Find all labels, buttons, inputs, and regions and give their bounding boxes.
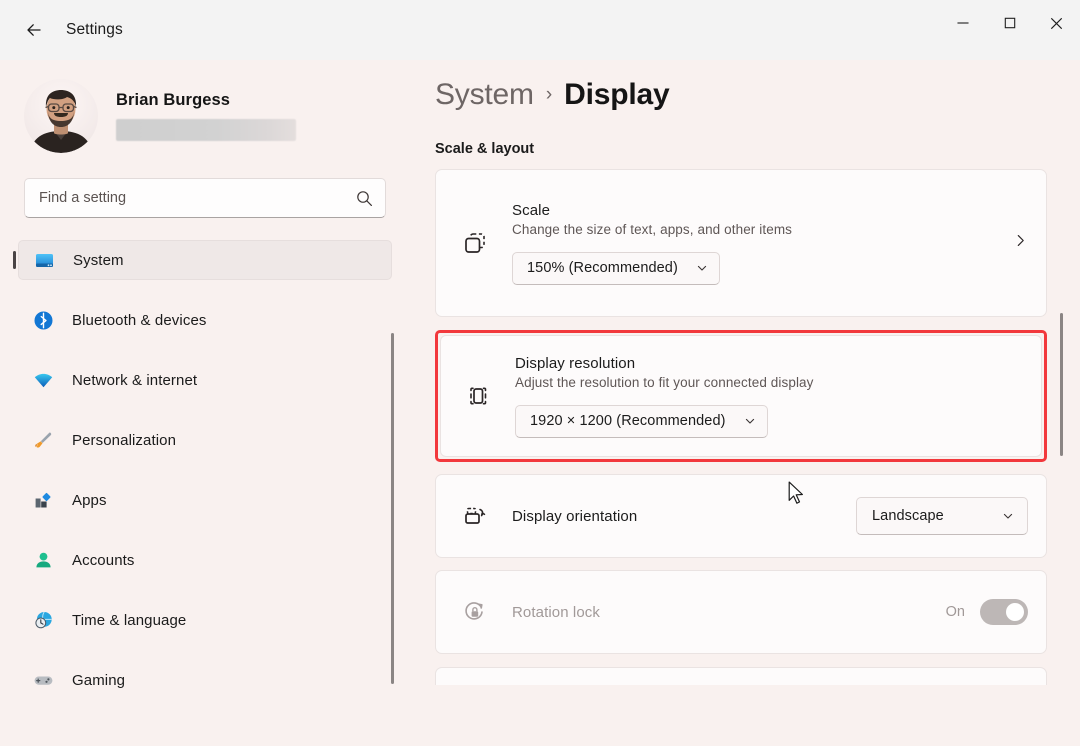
sidebar-item-bluetooth-devices[interactable]: Bluetooth & devices bbox=[18, 300, 392, 340]
account-header[interactable]: Brian Burgess bbox=[0, 60, 410, 156]
section-title: Scale & layout bbox=[435, 141, 1080, 157]
avatar bbox=[24, 79, 98, 153]
person-icon bbox=[32, 549, 54, 571]
gamepad-icon bbox=[32, 669, 54, 691]
sidebar-item-time-language[interactable]: Time & language bbox=[18, 600, 392, 640]
main-content: System › Display Scale & layout Scale Ch… bbox=[410, 60, 1080, 746]
scale-subtitle: Change the size of text, apps, and other… bbox=[512, 222, 1003, 237]
nav-spacer bbox=[0, 700, 410, 706]
rotation-lock-toggle bbox=[980, 599, 1028, 625]
rotation-lock-card: Rotation lock On bbox=[435, 570, 1047, 654]
chevron-right-icon[interactable] bbox=[1013, 233, 1028, 253]
monitor-icon bbox=[33, 249, 55, 271]
display-resolution-value: 1920 × 1200 (Recommended) bbox=[530, 413, 726, 429]
breadcrumb-parent[interactable]: System bbox=[435, 78, 534, 112]
sidebar-item-personalization[interactable]: Personalization bbox=[18, 420, 392, 460]
page-title: Display bbox=[564, 78, 669, 112]
rotation-lock-label: Rotation lock bbox=[512, 604, 946, 621]
search-box[interactable] bbox=[24, 178, 386, 218]
chevron-down-icon bbox=[744, 415, 756, 427]
sidebar-item-gaming[interactable]: Gaming bbox=[18, 660, 392, 700]
scale-icon bbox=[458, 226, 492, 260]
sidebar-item-label: Network & internet bbox=[72, 372, 197, 389]
maximize-icon bbox=[1004, 17, 1016, 29]
nav-spacer bbox=[0, 340, 410, 360]
apps-icon bbox=[32, 489, 54, 511]
avatar-photo bbox=[24, 79, 98, 153]
sidebar-item-apps[interactable]: Apps bbox=[18, 480, 392, 520]
title-bar: Settings bbox=[0, 0, 1080, 60]
breadcrumb: System › Display bbox=[410, 60, 1080, 112]
display-resolution-title: Display resolution bbox=[515, 355, 1023, 372]
sidebar-item-label: System bbox=[73, 252, 124, 269]
nav-spacer bbox=[0, 580, 410, 600]
display-resolution-highlight: Display resolution Adjust the resolution… bbox=[435, 330, 1047, 462]
display-resolution-card[interactable]: Display resolution Adjust the resolution… bbox=[440, 335, 1042, 457]
display-orientation-card[interactable]: Display orientation Landscape bbox=[435, 474, 1047, 558]
account-name: Brian Burgess bbox=[116, 91, 296, 110]
sidebar-item-network-internet[interactable]: Network & internet bbox=[18, 360, 392, 400]
display-resolution-dropdown[interactable]: 1920 × 1200 (Recommended) bbox=[515, 405, 768, 438]
rotation-lock-state: On bbox=[946, 604, 965, 620]
back-button[interactable] bbox=[16, 12, 52, 48]
wifi-icon bbox=[32, 369, 54, 391]
nav-spacer bbox=[0, 460, 410, 480]
sidebar-item-label: Apps bbox=[72, 492, 107, 509]
sidebar-item-label: Accounts bbox=[72, 552, 135, 569]
back-arrow-icon bbox=[24, 20, 44, 40]
display-orientation-label: Display orientation bbox=[512, 508, 856, 525]
window-controls bbox=[939, 0, 1080, 46]
sidebar-nav: System Bluetooth & devices bbox=[0, 240, 410, 706]
chevron-down-icon bbox=[696, 262, 708, 274]
paintbrush-icon bbox=[32, 429, 54, 451]
display-resolution-subtitle: Adjust the resolution to fit your connec… bbox=[515, 375, 1023, 390]
resolution-icon bbox=[461, 379, 495, 413]
nav-spacer bbox=[0, 280, 410, 300]
sidebar-scrollbar-thumb[interactable] bbox=[391, 333, 394, 684]
display-resolution-body: Display resolution Adjust the resolution… bbox=[515, 355, 1023, 438]
sidebar-item-label: Gaming bbox=[72, 672, 125, 689]
close-button[interactable] bbox=[1033, 0, 1080, 46]
rotation-lock-icon bbox=[458, 595, 492, 629]
search-icon bbox=[356, 190, 373, 207]
display-orientation-dropdown[interactable]: Landscape bbox=[856, 497, 1028, 535]
minimize-button[interactable] bbox=[939, 0, 986, 46]
search-input[interactable] bbox=[39, 190, 356, 206]
sidebar-item-system[interactable]: System bbox=[18, 240, 392, 280]
account-text: Brian Burgess bbox=[116, 91, 296, 141]
nav-spacer bbox=[0, 640, 410, 660]
scale-card-body: Scale Change the size of text, apps, and… bbox=[512, 202, 1003, 285]
sidebar-item-label: Time & language bbox=[72, 612, 186, 629]
main-scrollbar-thumb[interactable] bbox=[1060, 313, 1063, 456]
minimize-icon bbox=[957, 17, 969, 29]
chevron-down-icon bbox=[1002, 510, 1014, 522]
breadcrumb-separator-icon: › bbox=[546, 84, 552, 106]
sidebar-item-label: Personalization bbox=[72, 432, 176, 449]
nav-spacer bbox=[0, 400, 410, 420]
settings-window: Settings bbox=[0, 0, 1080, 746]
scale-card[interactable]: Scale Change the size of text, apps, and… bbox=[435, 169, 1047, 317]
bluetooth-icon bbox=[32, 309, 54, 331]
window-title: Settings bbox=[66, 21, 123, 39]
sidebar-item-label: Bluetooth & devices bbox=[72, 312, 206, 329]
account-email-redacted bbox=[116, 119, 296, 141]
clock-globe-icon bbox=[32, 609, 54, 631]
scale-value: 150% (Recommended) bbox=[527, 260, 678, 276]
toggle-knob bbox=[1006, 603, 1024, 621]
sidebar: Brian Burgess bbox=[0, 60, 410, 746]
close-icon bbox=[1050, 17, 1063, 30]
display-orientation-value: Landscape bbox=[872, 508, 944, 524]
next-card-partial[interactable] bbox=[435, 667, 1047, 685]
orientation-icon bbox=[458, 499, 492, 533]
maximize-button[interactable] bbox=[986, 0, 1033, 46]
scale-title: Scale bbox=[512, 202, 1003, 219]
sidebar-item-accounts[interactable]: Accounts bbox=[18, 540, 392, 580]
nav-spacer bbox=[0, 520, 410, 540]
scale-dropdown[interactable]: 150% (Recommended) bbox=[512, 252, 720, 285]
